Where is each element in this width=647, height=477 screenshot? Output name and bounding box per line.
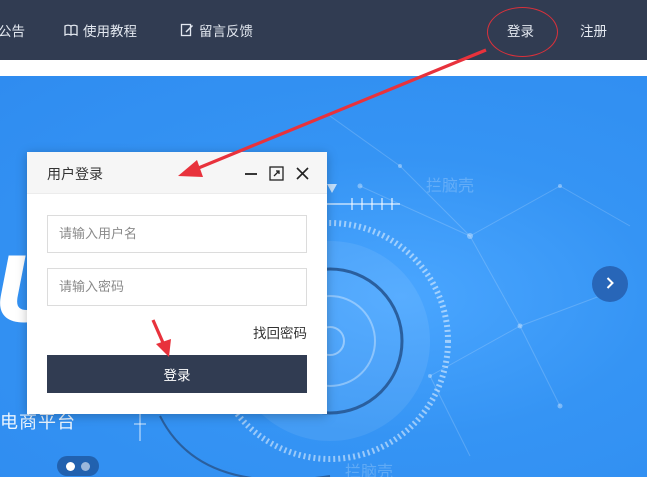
nav-login-link[interactable]: 登录 xyxy=(507,0,534,60)
nav-register-label: 注册 xyxy=(580,24,607,40)
dialog-header: 用户登录 xyxy=(27,152,327,194)
maximize-icon[interactable] xyxy=(267,164,285,182)
book-icon xyxy=(64,23,78,37)
watermark-bottom: 拦脑壳 xyxy=(345,462,394,477)
carousel-dot[interactable] xyxy=(66,461,75,471)
minimize-icon[interactable] xyxy=(242,164,260,182)
nav-feedback-label: 留言反馈 xyxy=(199,24,253,40)
header-spacer xyxy=(0,60,647,76)
top-navigation: 公告 使用教程 留言反馈 登录 注册 xyxy=(0,0,647,60)
username-input[interactable] xyxy=(47,215,307,253)
nav-tutorial[interactable]: 使用教程 xyxy=(64,0,137,60)
forgot-password-link[interactable]: 找回密码 xyxy=(253,322,307,342)
nav-register-link[interactable]: 注册 xyxy=(580,0,607,60)
edit-icon xyxy=(180,23,194,37)
nav-login-label: 登录 xyxy=(507,24,534,40)
close-icon[interactable] xyxy=(293,164,311,182)
login-submit-button[interactable]: 登录 xyxy=(47,355,307,393)
dialog-title: 用户登录 xyxy=(47,167,103,183)
carousel-dot[interactable] xyxy=(81,461,90,471)
carousel-next-button[interactable] xyxy=(592,266,628,302)
nav-tutorial-label: 使用教程 xyxy=(83,24,137,40)
login-dialog: 用户登录 找回密码 登录 xyxy=(27,152,327,414)
watermark-top: 拦脑壳 xyxy=(426,176,475,195)
password-input[interactable] xyxy=(47,268,307,306)
nav-announcement[interactable]: 公告 xyxy=(0,0,25,60)
nav-feedback[interactable]: 留言反馈 xyxy=(180,0,253,60)
chevron-right-icon xyxy=(603,275,617,294)
nav-announcement-label: 公告 xyxy=(0,24,25,40)
carousel-indicator xyxy=(57,456,99,476)
